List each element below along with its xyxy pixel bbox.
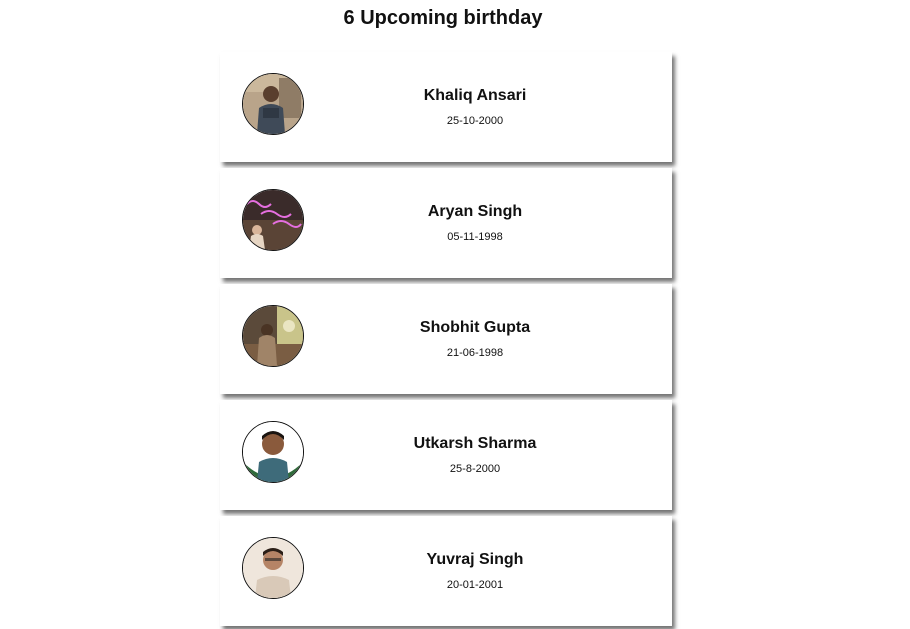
birthday-card[interactable]: Utkarsh Sharma 25-8-2000 bbox=[220, 400, 672, 510]
avatar bbox=[242, 189, 304, 251]
birth-date: 25-8-2000 bbox=[449, 463, 501, 475]
birthday-card[interactable]: Shobhit Gupta 21-06-1998 bbox=[220, 284, 672, 394]
avatar-photo bbox=[243, 538, 303, 598]
avatar bbox=[242, 73, 304, 135]
birth-date: 20-01-2001 bbox=[446, 579, 504, 591]
birth-date: 25-10-2000 bbox=[446, 115, 504, 127]
avatar-photo bbox=[243, 306, 303, 366]
birthday-card[interactable]: Khaliq Ansari 25-10-2000 bbox=[220, 52, 672, 162]
birthday-list: Khaliq Ansari 25-10-2000 Aryan Singh 05-… bbox=[220, 52, 672, 629]
birthday-info: Khaliq Ansari 25-10-2000 bbox=[370, 86, 580, 128]
birthday-info: Shobhit Gupta 21-06-1998 bbox=[370, 318, 580, 360]
avatar bbox=[242, 305, 304, 367]
person-name: Shobhit Gupta bbox=[419, 319, 531, 336]
birthday-info: Aryan Singh 05-11-1998 bbox=[370, 202, 580, 244]
avatar-photo bbox=[243, 422, 303, 482]
birth-date: 21-06-1998 bbox=[446, 347, 504, 359]
birthday-card[interactable]: Yuvraj Singh 20-01-2001 bbox=[220, 516, 672, 626]
person-name: Yuvraj Singh bbox=[426, 551, 524, 568]
birthday-card[interactable]: Aryan Singh 05-11-1998 bbox=[220, 168, 672, 278]
avatar-photo bbox=[243, 190, 303, 250]
page-title: 6 Upcoming birthday bbox=[343, 7, 543, 29]
person-name: Khaliq Ansari bbox=[423, 87, 527, 104]
birthday-page: 6 Upcoming birthday Khaliq Ansari 25-10-… bbox=[0, 0, 910, 629]
birthday-info: Yuvraj Singh 20-01-2001 bbox=[370, 550, 580, 592]
person-name: Aryan Singh bbox=[427, 203, 523, 220]
avatar bbox=[242, 421, 304, 483]
birth-date: 05-11-1998 bbox=[447, 231, 503, 243]
birthday-info: Utkarsh Sharma 25-8-2000 bbox=[370, 434, 580, 476]
avatar bbox=[242, 537, 304, 599]
avatar-photo bbox=[243, 74, 303, 134]
person-name: Utkarsh Sharma bbox=[413, 435, 537, 452]
